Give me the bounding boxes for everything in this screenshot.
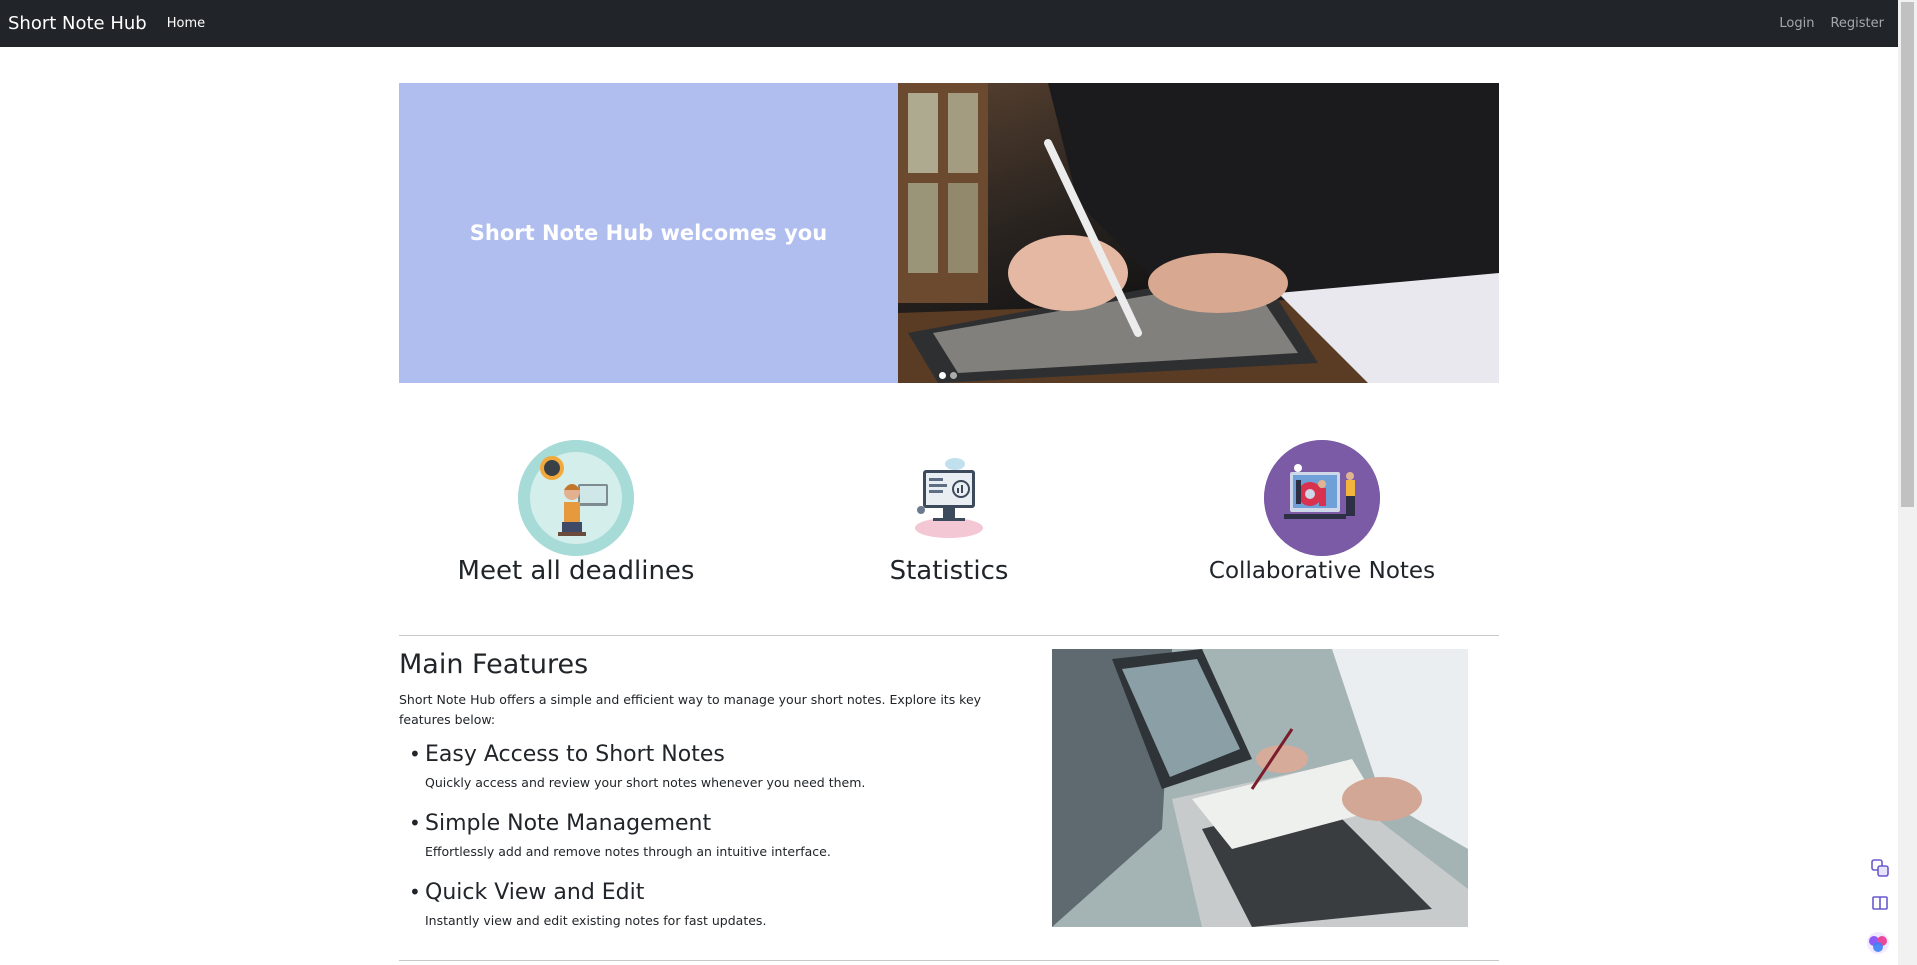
feature-title-statistics: Statistics — [889, 556, 1009, 586]
reader-icon[interactable] — [1867, 890, 1893, 916]
feature-heading: Quick View and Edit — [425, 880, 645, 905]
list-item: Easy Access to Short Notes Quickly acces… — [399, 740, 999, 790]
feature-collaborative: Collaborative Notes — [1202, 440, 1442, 584]
ai-assistant-icon[interactable] — [1863, 928, 1893, 958]
hero-carousel: Short Note Hub welcomes you — [399, 83, 1499, 383]
collaboration-illustration-icon — [1264, 440, 1380, 556]
list-item: Simple Note Management Effortlessly add … — [399, 809, 999, 859]
carousel-indicator-1[interactable] — [939, 372, 946, 379]
main-features-intro: Short Note Hub offers a simple and effic… — [399, 692, 982, 727]
deadline-illustration-icon — [518, 440, 634, 556]
feature-heading: Simple Note Management — [425, 811, 712, 836]
navbar: Short Note Hub Home Login Register — [0, 0, 1898, 47]
feature-statistics: Statistics — [829, 440, 1069, 586]
navbar-brand[interactable]: Short Note Hub — [8, 13, 147, 34]
hero-text-panel: Short Note Hub welcomes you — [399, 83, 898, 383]
feature-description: Instantly view and edit existing notes f… — [425, 913, 767, 928]
translate-icon[interactable] — [1867, 855, 1893, 881]
page-scrollbar[interactable] — [1898, 0, 1917, 965]
feature-description: Quickly access and review your short not… — [425, 775, 866, 790]
list-item: Quick View and Edit Instantly view and e… — [399, 878, 999, 928]
hero-title: Short Note Hub welcomes you — [469, 221, 828, 245]
main-features-title: Main Features — [399, 649, 589, 680]
nav-link-home[interactable]: Home — [167, 16, 205, 31]
feature-title-collaborative: Collaborative Notes — [1208, 558, 1436, 584]
section-divider — [399, 635, 1499, 636]
navbar-right: Login Register — [1779, 0, 1884, 47]
feature-deadlines: Meet all deadlines — [456, 440, 696, 586]
feature-heading: Easy Access to Short Notes — [425, 742, 725, 767]
hero-photo — [898, 83, 1499, 383]
writing-tablet-photo — [898, 83, 1499, 383]
feature-description: Effortlessly add and remove notes throug… — [425, 844, 831, 859]
nav-link-register[interactable]: Register — [1830, 16, 1884, 31]
statistics-illustration-icon — [891, 440, 1007, 556]
main-features-list: Easy Access to Short Notes Quickly acces… — [399, 740, 999, 947]
feature-title-deadlines: Meet all deadlines — [457, 556, 695, 586]
nav-link-login[interactable]: Login — [1779, 16, 1814, 31]
section-divider-bottom — [399, 960, 1499, 961]
scrollbar-thumb[interactable] — [1901, 2, 1914, 507]
laptops-meeting-photo — [1052, 649, 1468, 927]
carousel-indicators — [939, 372, 957, 379]
carousel-indicator-2[interactable] — [950, 372, 957, 379]
